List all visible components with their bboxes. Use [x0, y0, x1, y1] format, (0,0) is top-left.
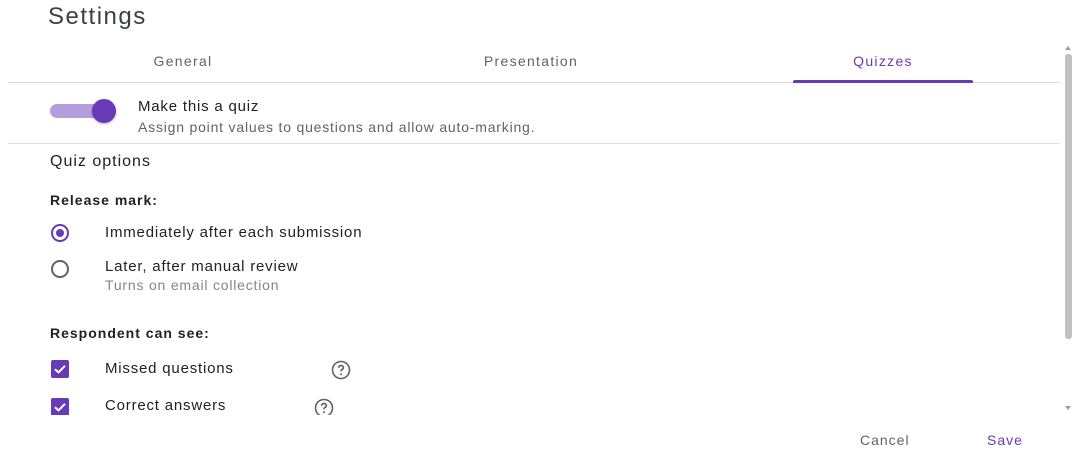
make-quiz-description: Assign point values to questions and all…	[138, 119, 536, 135]
save-button[interactable]: Save	[987, 432, 1023, 448]
tab-selected-indicator	[793, 80, 973, 83]
toggle-thumb	[92, 99, 116, 123]
scrollbar-thumb[interactable]	[1065, 54, 1072, 339]
tab-quizzes[interactable]: Quizzes	[793, 42, 973, 83]
make-quiz-label: Make this a quiz	[138, 98, 260, 115]
help-circle-icon[interactable]	[314, 398, 334, 415]
quiz-options-title: Quiz options	[50, 153, 151, 170]
correct-answers-label: Correct answers	[105, 397, 227, 414]
cancel-button[interactable]: Cancel	[860, 432, 910, 448]
check-icon	[54, 365, 66, 374]
scroll-down-arrow-icon[interactable]	[1065, 406, 1071, 410]
section-divider	[8, 143, 1060, 144]
tab-quizzes-label: Quizzes	[853, 53, 913, 69]
radio-immediately[interactable]	[51, 224, 69, 242]
help-circle-icon[interactable]	[331, 360, 351, 380]
dialog-title: Settings	[48, 3, 147, 30]
make-quiz-toggle[interactable]	[48, 99, 120, 123]
missed-questions-label: Missed questions	[105, 360, 234, 377]
radio-immediately-label[interactable]: Immediately after each submission	[105, 224, 362, 241]
settings-content: General Presentation Quizzes Make this a…	[8, 42, 1060, 415]
check-icon	[54, 403, 66, 412]
radio-dot	[56, 229, 64, 237]
tab-general[interactable]: General	[98, 42, 268, 82]
checkbox-correct-answers[interactable]	[51, 398, 69, 415]
radio-later[interactable]	[51, 260, 69, 278]
checkbox-missed-questions[interactable]	[51, 360, 69, 378]
release-mark-heading: Release mark:	[50, 192, 158, 208]
scroll-up-arrow-icon[interactable]	[1065, 46, 1071, 50]
radio-later-label[interactable]: Later, after manual review	[105, 258, 298, 275]
radio-later-sublabel: Turns on email collection	[105, 277, 280, 293]
scrollbar[interactable]	[1064, 44, 1073, 412]
tab-presentation[interactable]: Presentation	[438, 42, 624, 82]
settings-tabs: General Presentation Quizzes	[8, 42, 1060, 83]
respondent-can-see-heading: Respondent can see:	[50, 325, 210, 341]
